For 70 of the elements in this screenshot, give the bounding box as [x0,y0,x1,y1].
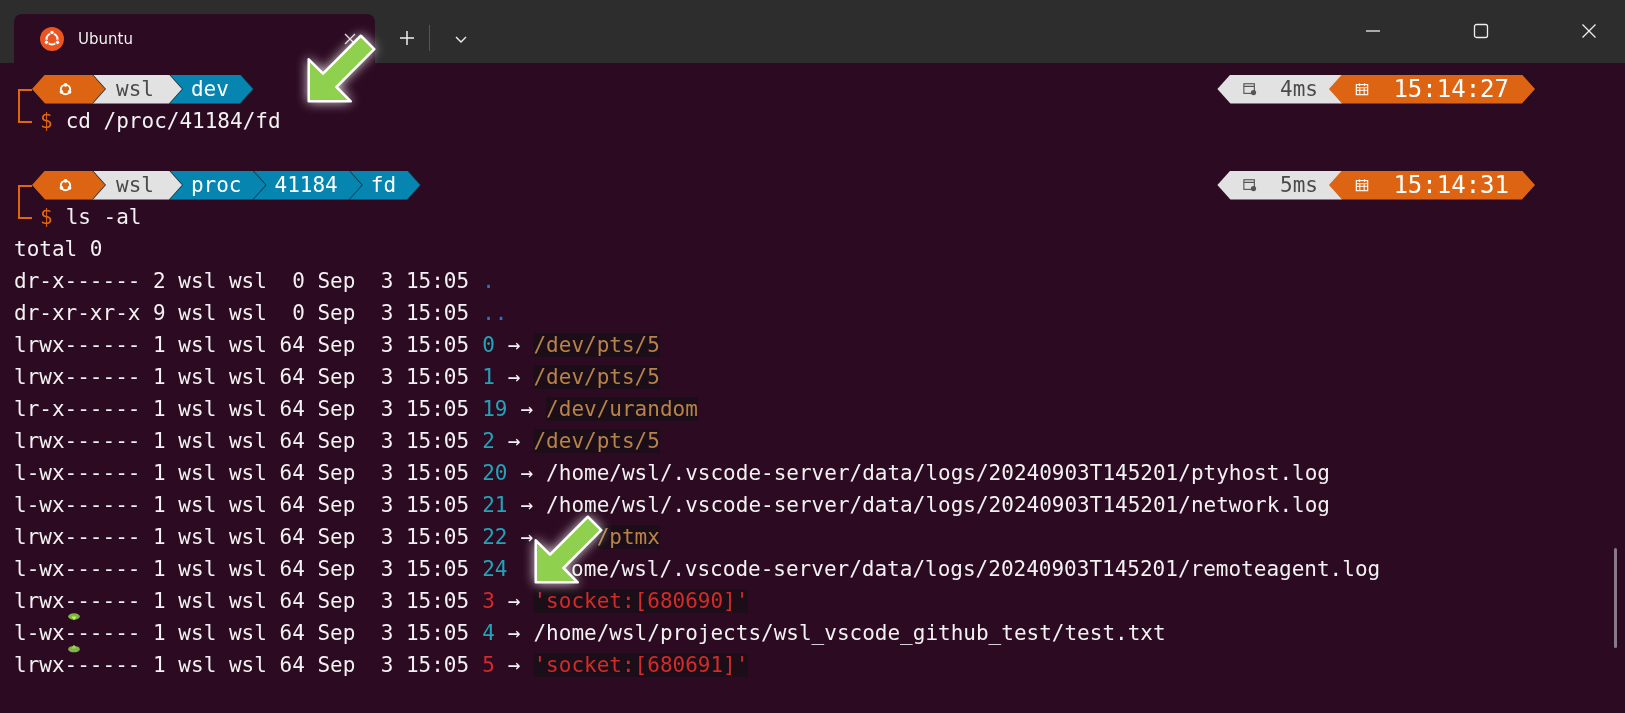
file-info-text: l-wx------ 1 wsl wsl 64 Sep 3 15:05 [14,493,470,517]
link-arrow: → [520,461,534,485]
ubuntu-logo-icon [58,81,73,97]
link-arrow: → [507,365,521,389]
calendar-icon [1354,178,1369,192]
file-info-text: dr-x------ 2 wsl wsl 0 Sep 3 15:05 [14,269,470,293]
file-info-text: lrwx------ 1 wsl wsl 64 Sep 3 15:05 [14,365,470,389]
link-target: /home/wsl/.vscode-server/data/logs/20240903T145201/network.log [546,493,1330,517]
link-target: /home/wsl/projects/wsl_vscode_github_test/test.txt [533,621,1166,645]
fd-number: 1 [482,365,495,389]
prompt-symbol: $ [40,109,53,133]
link-arrow: → [507,333,521,357]
fd-number: 21 [482,493,508,517]
link-arrow: → [507,589,521,613]
fd-number: 3 [482,589,495,613]
link-target: 'socket:[680691]' [533,653,749,677]
link-target: /dev/pts/5 [533,333,660,357]
window-gear-icon [1243,178,1258,192]
file-info-text: l-wx------ 1 wsl wsl 64 Sep 3 15:05 [14,621,470,645]
scrollbar-thumb[interactable] [1614,548,1617,648]
link-target: /dev/urandom [546,397,698,421]
link-target: /dev/pts/5 [533,429,660,453]
link-arrow: → [520,525,534,549]
file-info-text: lrwx------ 1 wsl wsl 64 Sep 3 15:05 [14,589,470,613]
command-text: ls -al [65,205,142,229]
calendar-icon [1354,82,1369,96]
fd-number: 2 [482,429,495,453]
marker-icon [67,644,81,653]
ubuntu-logo-icon [58,177,73,193]
terminal-tab[interactable]: Ubuntu [14,14,375,63]
output-text: total 0 [14,237,103,261]
fd-number: 0 [482,333,495,357]
fd-number: 24 [482,557,508,581]
file-info-text: l-wx------ 1 wsl wsl 64 Sep 3 15:05 [14,461,470,485]
link-target: /ptmx [596,525,660,549]
link-arrow: → [507,621,521,645]
link-target: /home/wsl/.vscode-server/data/logs/20240903T145201/ptyhost.log [546,461,1330,485]
new-tab-plus-icon[interactable] [399,30,415,46]
file-name: . [482,269,495,293]
link-arrow: → [520,397,534,421]
file-name: .. [482,301,508,325]
time-segment: 15:14:27 [1328,74,1535,104]
file-info-text: dr-xr-xr-x 9 wsl wsl 0 Sep 3 15:05 [14,301,470,325]
file-info-text: lrwx------ 1 wsl wsl 64 Sep 3 15:05 [14,333,470,357]
link-target: /dev/pts/5 [533,365,660,389]
window-gear-icon [1243,82,1258,96]
prompt-symbol: $ [40,205,53,229]
fd-number: 19 [482,397,508,421]
fd-number: 4 [482,621,495,645]
link-arrow: → [507,429,521,453]
link-target: 'socket:[680690]' [533,589,749,613]
close-icon[interactable] [343,31,357,46]
link-arrow: → [507,653,521,677]
file-info-text: l-wx------ 1 wsl wsl 64 Sep 3 15:05 [14,557,470,581]
file-info-text: lr-x------ 1 wsl wsl 64 Sep 3 15:05 [14,397,470,421]
link-target: ome/wsl/.vscode-server/data/logs/20240903T145201/remoteagent.log [571,557,1381,581]
ubuntu-logo-icon [40,26,64,51]
fd-number: 22 [482,525,508,549]
fd-number: 20 [482,461,508,485]
command-text: cd /proc/41184/fd [65,109,281,133]
file-info-text: lrwx------ 1 wsl wsl 64 Sep 3 15:05 [14,525,470,549]
file-info-text: lrwx------ 1 wsl wsl 64 Sep 3 15:05 [14,653,470,677]
link-arrow: → [520,493,534,517]
prompt-bracket [18,201,32,219]
path-segment: fd [348,170,421,200]
marker-icon [67,612,81,621]
fd-number: 5 [482,653,495,677]
time-segment: 15:14:31 [1328,170,1535,200]
file-info-text: lrwx------ 1 wsl wsl 64 Sep 3 15:05 [14,429,470,453]
prompt-bracket [18,105,32,123]
